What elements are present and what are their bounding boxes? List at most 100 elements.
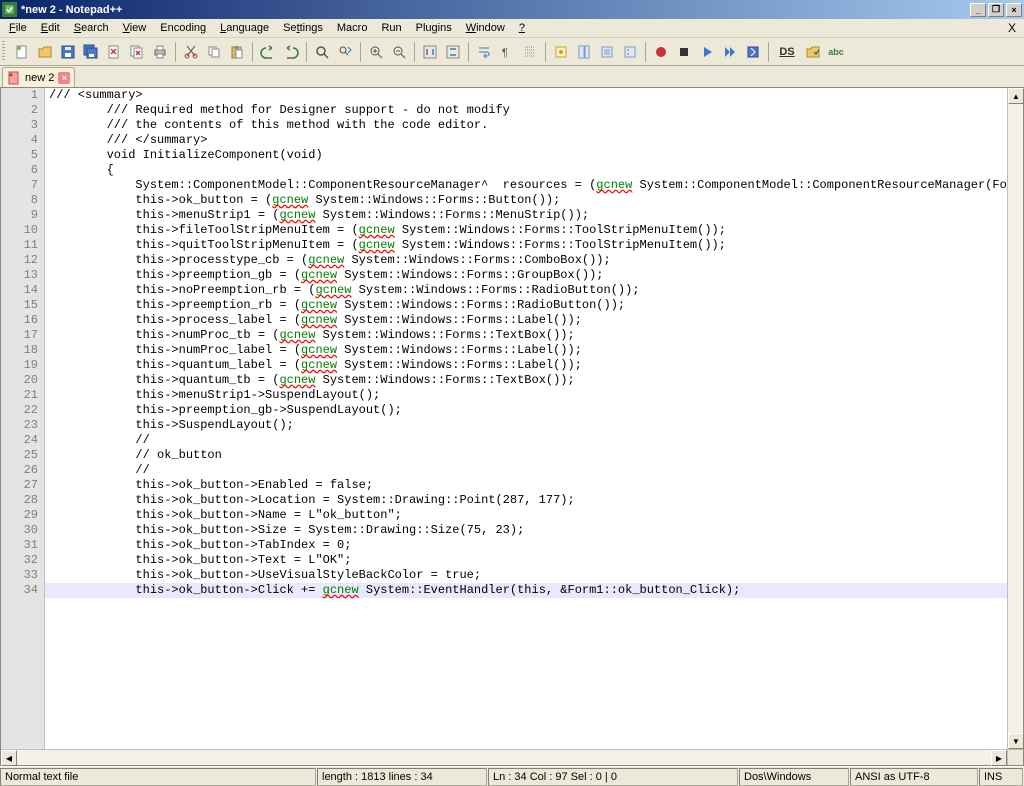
code-line[interactable]: this->ok_button->Enabled = false; <box>45 478 1007 493</box>
code-line[interactable]: /// the contents of this method with the… <box>45 118 1007 133</box>
code-line[interactable]: this->numProc_tb = (gcnew System::Window… <box>45 328 1007 343</box>
scroll-up-icon[interactable]: ▲ <box>1008 88 1024 104</box>
code-line[interactable]: this->ok_button->Location = System::Draw… <box>45 493 1007 508</box>
code-line[interactable]: this->preemption_rb = (gcnew System::Win… <box>45 298 1007 313</box>
line-number: 32 <box>1 553 44 568</box>
menu-window[interactable]: Window <box>459 20 512 36</box>
restore-button[interactable]: ❐ <box>988 3 1004 17</box>
save-icon[interactable] <box>57 41 79 63</box>
menu-view[interactable]: View <box>116 20 154 36</box>
menu-macro[interactable]: Macro <box>330 20 375 36</box>
code-line[interactable]: void InitializeComponent(void) <box>45 148 1007 163</box>
code-line[interactable]: this->process_label = (gcnew System::Win… <box>45 313 1007 328</box>
find-icon[interactable] <box>311 41 333 63</box>
menu-help[interactable]: ? <box>512 20 532 36</box>
menu-language[interactable]: Language <box>213 20 276 36</box>
code-line[interactable]: // <box>45 463 1007 478</box>
sync-v-icon[interactable] <box>419 41 441 63</box>
zoom-out-icon[interactable] <box>388 41 410 63</box>
zoom-in-icon[interactable] <box>365 41 387 63</box>
code-line[interactable]: this->SuspendLayout(); <box>45 418 1007 433</box>
code-line[interactable]: this->quitToolStripMenuItem = (gcnew Sys… <box>45 238 1007 253</box>
cut-icon[interactable] <box>180 41 202 63</box>
code-line[interactable]: this->ok_button->UseVisualStyleBackColor… <box>45 568 1007 583</box>
code-line[interactable]: this->ok_button->Text = L"OK"; <box>45 553 1007 568</box>
lang-user-icon[interactable] <box>550 41 572 63</box>
line-number: 8 <box>1 193 44 208</box>
undo-icon[interactable] <box>257 41 279 63</box>
code-line[interactable]: /// <summary> <box>45 88 1007 103</box>
menu-file[interactable]: File <box>2 20 34 36</box>
window-title: *new 2 - Notepad++ <box>21 4 968 16</box>
code-line[interactable]: System::ComponentModel::ComponentResourc… <box>45 178 1007 193</box>
code-line[interactable]: this->fileToolStripMenuItem = (gcnew Sys… <box>45 223 1007 238</box>
code-line[interactable]: this->numProc_label = (gcnew System::Win… <box>45 343 1007 358</box>
new-file-icon[interactable] <box>11 41 33 63</box>
copy-icon[interactable] <box>203 41 225 63</box>
scroll-left-icon[interactable]: ◀ <box>1 750 17 766</box>
play-multi-icon[interactable] <box>719 41 741 63</box>
menu-encoding[interactable]: Encoding <box>153 20 213 36</box>
func-list-icon[interactable] <box>596 41 618 63</box>
show-spaces-icon[interactable]: DS <box>773 41 801 63</box>
open-file-icon[interactable] <box>34 41 56 63</box>
folder-view-icon[interactable] <box>619 41 641 63</box>
wordwrap-icon[interactable] <box>473 41 495 63</box>
doc-map-icon[interactable] <box>573 41 595 63</box>
code-line[interactable]: this->preemption_gb->SuspendLayout(); <box>45 403 1007 418</box>
code-line[interactable]: this->preemption_gb = (gcnew System::Win… <box>45 268 1007 283</box>
code-line[interactable]: this->menuStrip1 = (gcnew System::Window… <box>45 208 1007 223</box>
replace-icon[interactable] <box>334 41 356 63</box>
menu-plugins[interactable]: Plugins <box>409 20 459 36</box>
toolbar-separator <box>768 42 769 62</box>
minimize-button[interactable]: _ <box>970 3 986 17</box>
spellcheck-icon[interactable] <box>802 41 824 63</box>
code-line[interactable]: this->quantum_label = (gcnew System::Win… <box>45 358 1007 373</box>
redo-icon[interactable] <box>280 41 302 63</box>
code-line[interactable]: /// </summary> <box>45 133 1007 148</box>
horizontal-scrollbar[interactable]: ◀ ▶ <box>1 749 1007 765</box>
close-all-icon[interactable] <box>126 41 148 63</box>
code-line[interactable]: this->processtype_cb = (gcnew System::Wi… <box>45 253 1007 268</box>
tab-new2[interactable]: new 2 × <box>2 67 75 87</box>
scroll-right-icon[interactable]: ▶ <box>991 750 1007 766</box>
code-line[interactable]: this->menuStrip1->SuspendLayout(); <box>45 388 1007 403</box>
code-line[interactable]: this->ok_button->Click += gcnew System::… <box>45 583 1007 598</box>
code-line[interactable]: this->ok_button = (gcnew System::Windows… <box>45 193 1007 208</box>
show-all-chars-icon[interactable]: ¶ <box>496 41 518 63</box>
menu-run[interactable]: Run <box>374 20 408 36</box>
code-line[interactable]: // ok_button <box>45 448 1007 463</box>
menubar-close-x[interactable]: X <box>1002 21 1022 35</box>
menu-search[interactable]: Search <box>67 20 116 36</box>
tab-close-icon[interactable]: × <box>58 72 70 84</box>
menu-settings[interactable]: Settings <box>276 20 330 36</box>
status-insert[interactable]: INS <box>979 768 1023 786</box>
code-line[interactable]: this->ok_button->TabIndex = 0; <box>45 538 1007 553</box>
code-line[interactable]: { <box>45 163 1007 178</box>
paste-icon[interactable] <box>226 41 248 63</box>
save-macro-icon[interactable] <box>742 41 764 63</box>
line-number: 28 <box>1 493 44 508</box>
record-macro-icon[interactable] <box>650 41 672 63</box>
save-all-icon[interactable] <box>80 41 102 63</box>
indent-guide-icon[interactable] <box>519 41 541 63</box>
close-file-icon[interactable] <box>103 41 125 63</box>
code-line[interactable]: this->noPreemption_rb = (gcnew System::W… <box>45 283 1007 298</box>
code-line[interactable]: // <box>45 433 1007 448</box>
vertical-scrollbar[interactable]: ▲ ▼ <box>1007 88 1023 749</box>
sync-h-icon[interactable] <box>442 41 464 63</box>
code-line[interactable]: /// Required method for Designer support… <box>45 103 1007 118</box>
play-macro-icon[interactable] <box>696 41 718 63</box>
status-encoding[interactable]: ANSI as UTF-8 <box>850 768 978 786</box>
menu-edit[interactable]: Edit <box>34 20 67 36</box>
print-icon[interactable] <box>149 41 171 63</box>
abc-icon[interactable]: abc <box>825 41 847 63</box>
close-window-button[interactable]: × <box>1006 3 1022 17</box>
status-eol[interactable]: Dos\Windows <box>739 768 849 786</box>
code-area[interactable]: /// <summary> /// Required method for De… <box>45 88 1007 749</box>
stop-macro-icon[interactable] <box>673 41 695 63</box>
code-line[interactable]: this->ok_button->Size = System::Drawing:… <box>45 523 1007 538</box>
code-line[interactable]: this->ok_button->Name = L"ok_button"; <box>45 508 1007 523</box>
code-line[interactable]: this->quantum_tb = (gcnew System::Window… <box>45 373 1007 388</box>
scroll-down-icon[interactable]: ▼ <box>1008 733 1024 749</box>
